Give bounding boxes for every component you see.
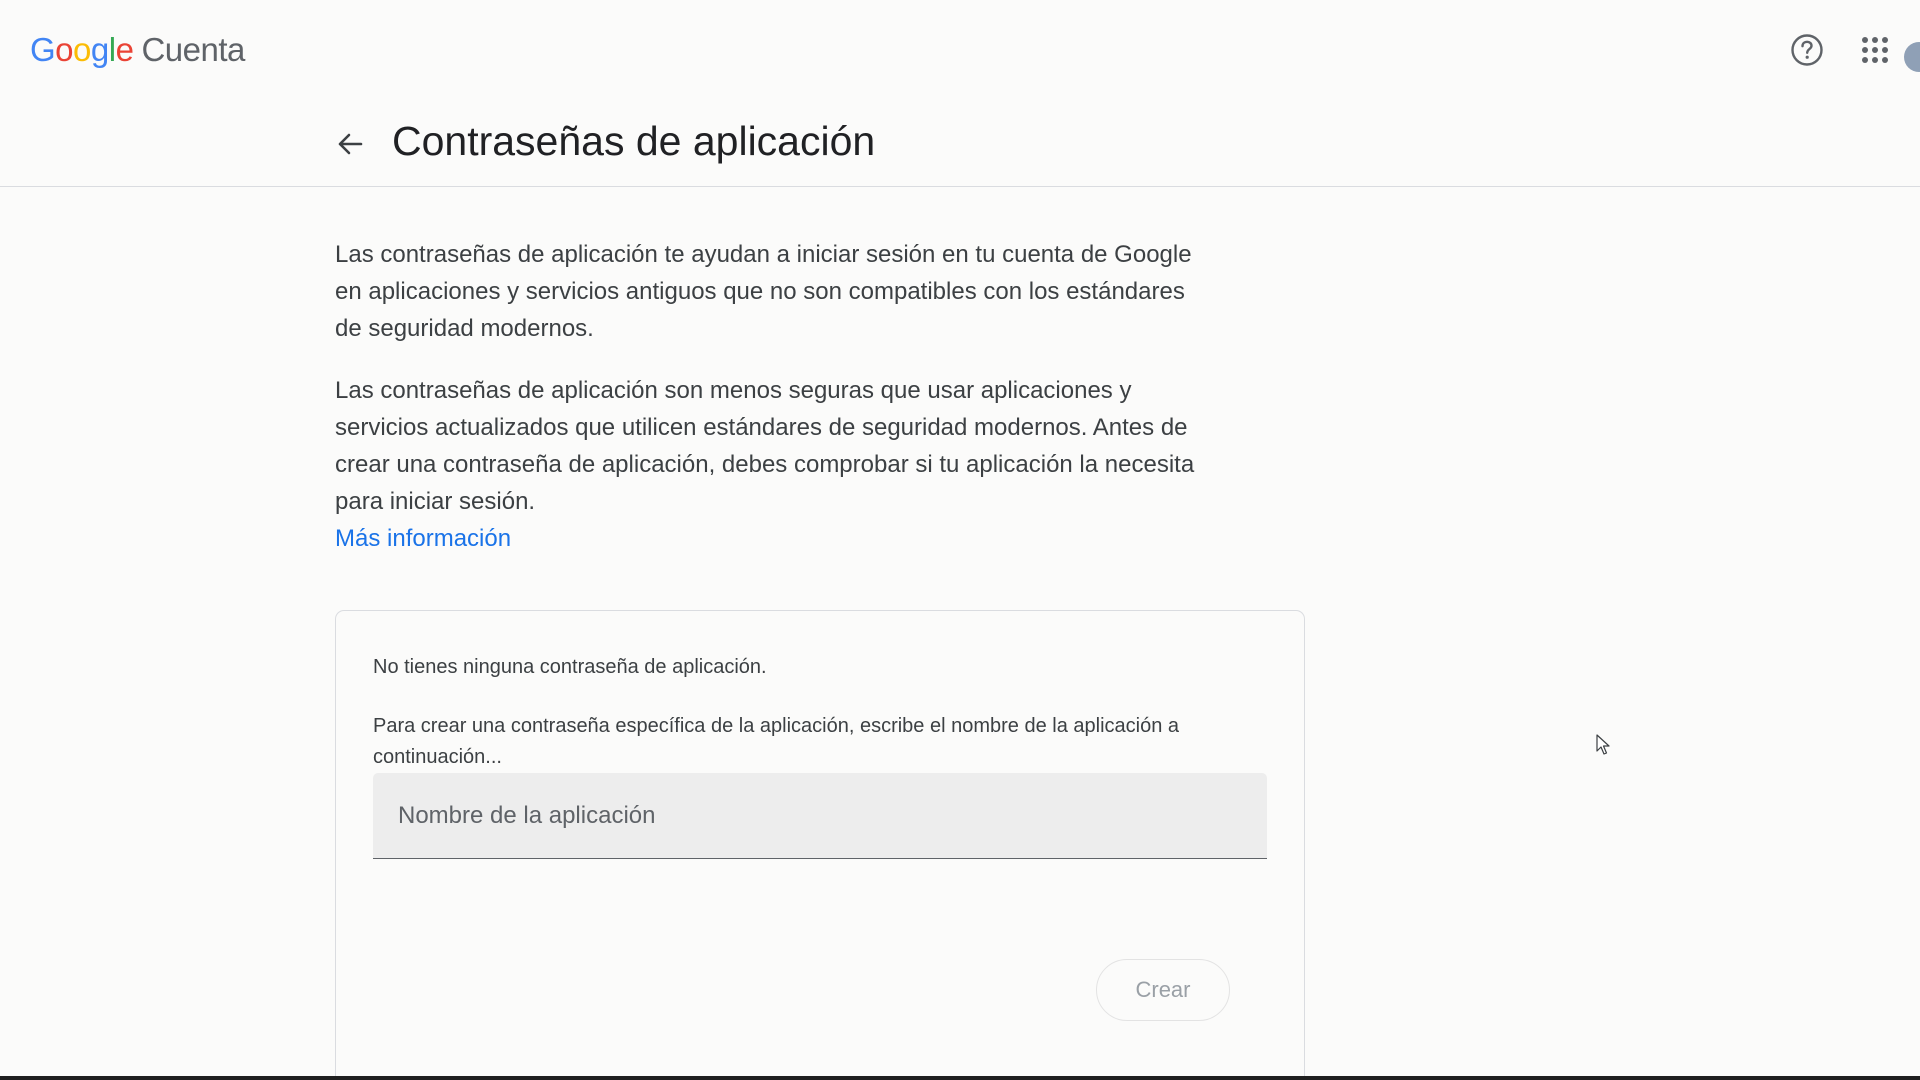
help-circle-icon xyxy=(1791,34,1823,66)
main-content: Las contraseñas de aplicación te ayudan … xyxy=(335,236,1205,557)
logo-letter: G xyxy=(30,31,56,68)
intro-paragraph: Las contraseñas de aplicación te ayudan … xyxy=(335,241,1192,342)
learn-more-link[interactable]: Más información xyxy=(335,520,511,557)
warning-paragraph: Las contraseñas de aplicación son menos … xyxy=(335,377,1195,515)
logo-letter: g xyxy=(90,31,109,68)
app-name-input[interactable] xyxy=(373,773,1267,859)
mouse-cursor-icon xyxy=(1596,734,1610,755)
top-icons xyxy=(1720,30,1920,72)
product-name: Cuenta xyxy=(141,31,245,68)
logo-letter: o xyxy=(55,31,74,68)
create-button[interactable]: Crear xyxy=(1096,959,1230,1021)
create-instructions: Para crear una contraseña específica de … xyxy=(373,715,1180,768)
google-account-logo[interactable]: Google Cuenta xyxy=(30,28,245,72)
logo-letter: l xyxy=(108,31,116,68)
page-title: Contraseñas de aplicación xyxy=(392,118,876,164)
help-icon[interactable] xyxy=(1787,30,1827,70)
apps-grid-icon[interactable] xyxy=(1855,30,1895,70)
apps-grid-glyph xyxy=(1862,37,1888,63)
empty-state-message: No tienes ninguna contraseña de aplicaci… xyxy=(373,656,767,678)
app-passwords-card: No tienes ninguna contraseña de aplicaci… xyxy=(335,610,1305,1080)
bottom-edge xyxy=(0,1076,1920,1080)
logo-letter: o xyxy=(73,31,91,68)
page-header: Contraseñas de aplicación xyxy=(0,100,1920,187)
top-bar: Google Cuenta xyxy=(0,0,1920,100)
account-avatar[interactable] xyxy=(1904,42,1920,72)
back-button[interactable] xyxy=(328,122,372,166)
logo-letter: e xyxy=(115,31,134,68)
google-logo: Google xyxy=(30,31,134,69)
arrow-left-icon xyxy=(338,133,363,155)
